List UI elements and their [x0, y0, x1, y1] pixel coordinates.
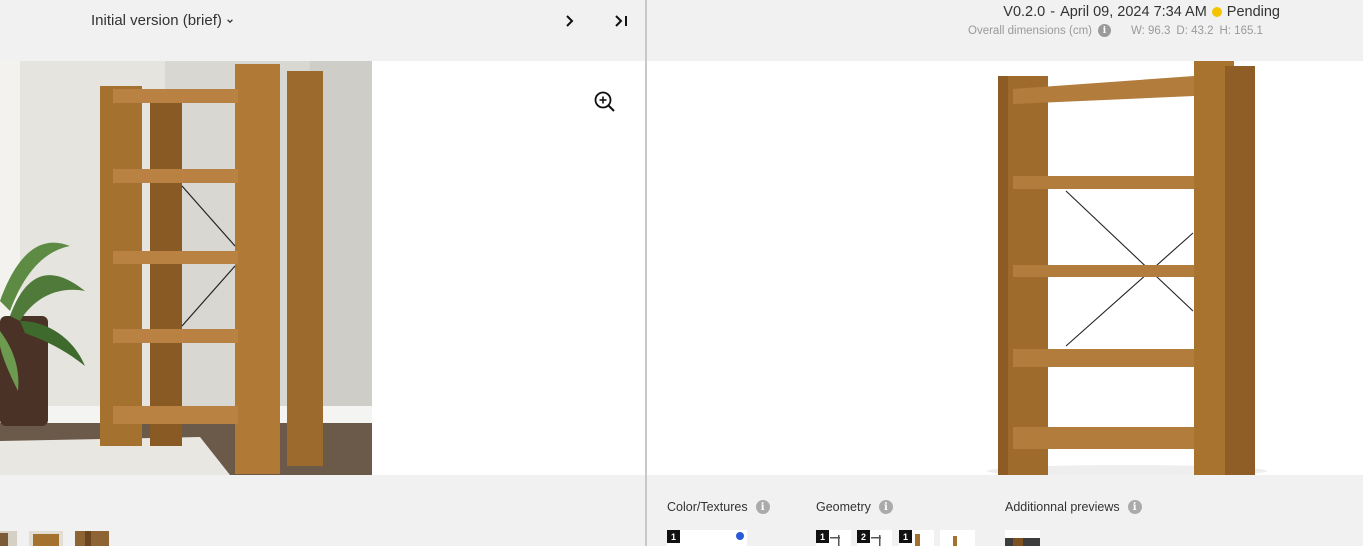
- zoom-in-button[interactable]: [592, 89, 618, 115]
- info-icon[interactable]: i: [1127, 500, 1142, 514]
- version-separator: -: [1050, 4, 1056, 20]
- app-root: Initial version (brief) V0.2.0 - April 0…: [0, 0, 1363, 546]
- additional-preview-tile[interactable]: [1005, 530, 1040, 546]
- reference-photo: [0, 61, 372, 475]
- color-texture-tile[interactable]: 1: [667, 530, 747, 546]
- tile-number-badge: 1: [816, 530, 829, 543]
- last-version-button[interactable]: [612, 12, 632, 30]
- next-version-button[interactable]: [560, 12, 580, 30]
- info-icon[interactable]: i: [755, 500, 770, 514]
- tile-number-badge: 1: [667, 530, 680, 543]
- geometry-tile[interactable]: 1: [816, 530, 851, 546]
- version-dropdown[interactable]: Initial version (brief): [91, 12, 234, 29]
- dimension-depth: D: 43.2: [1176, 24, 1214, 37]
- section-color-textures: Color/Textures i: [667, 500, 770, 514]
- reference-image-stage: [0, 61, 646, 475]
- dimension-width: W: 96.3: [1130, 24, 1171, 37]
- geometry-tile[interactable]: 2: [857, 530, 892, 546]
- tile-number-badge: 1: [899, 530, 912, 543]
- info-icon[interactable]: i: [1097, 24, 1111, 37]
- reference-thumbnail[interactable]: [29, 531, 63, 546]
- dimension-height: H: 165.1: [1219, 24, 1263, 37]
- version-number: V0.2.0: [1003, 4, 1046, 20]
- reference-thumbnail[interactable]: [0, 531, 17, 546]
- reference-header: Initial version (brief): [0, 0, 646, 61]
- shelf-thumbnail-icon: [915, 534, 920, 546]
- version-meta: V0.2.0 - April 09, 2024 7:34 AM Pending: [1003, 4, 1280, 20]
- version-dropdown-label: Initial version (brief): [91, 12, 222, 29]
- geometry-tile[interactable]: [940, 530, 975, 546]
- section-additional-previews: Additionnal previews i: [1005, 500, 1142, 514]
- version-date: April 09, 2024 7:34 AM: [1060, 4, 1207, 20]
- chevron-down-icon: [227, 18, 233, 23]
- shelf-thumbnail-icon: [830, 535, 840, 546]
- section-geometry-label: Geometry: [816, 500, 871, 514]
- status-dot-icon: [1211, 7, 1222, 17]
- dimensions-line: Overall dimensions (cm) i W: 96.3 D: 43.…: [968, 24, 1263, 37]
- section-color-textures-label: Color/Textures: [667, 500, 748, 514]
- info-icon[interactable]: i: [878, 500, 893, 514]
- selected-indicator-icon: [736, 532, 744, 540]
- model-render: [987, 61, 1267, 475]
- tile-number-badge: 2: [857, 530, 870, 543]
- shelf-thumbnail-icon: [953, 536, 957, 546]
- shelf-thumbnail-icon: [871, 535, 881, 546]
- geometry-tile[interactable]: 1: [899, 530, 934, 546]
- model-render-stage[interactable]: [647, 61, 1363, 475]
- section-additional-previews-label: Additionnal previews: [1005, 500, 1120, 514]
- model-pane: V0.2.0 - April 09, 2024 7:34 AM Pending …: [647, 0, 1363, 546]
- section-geometry: Geometry i: [816, 500, 893, 514]
- status-badge: Pending: [1226, 4, 1280, 20]
- dimensions-label: Overall dimensions (cm): [968, 24, 1092, 37]
- reference-thumbnail[interactable]: [75, 531, 109, 546]
- reference-pane: Initial version (brief): [0, 0, 646, 546]
- preview-thumbnail: [1005, 538, 1040, 546]
